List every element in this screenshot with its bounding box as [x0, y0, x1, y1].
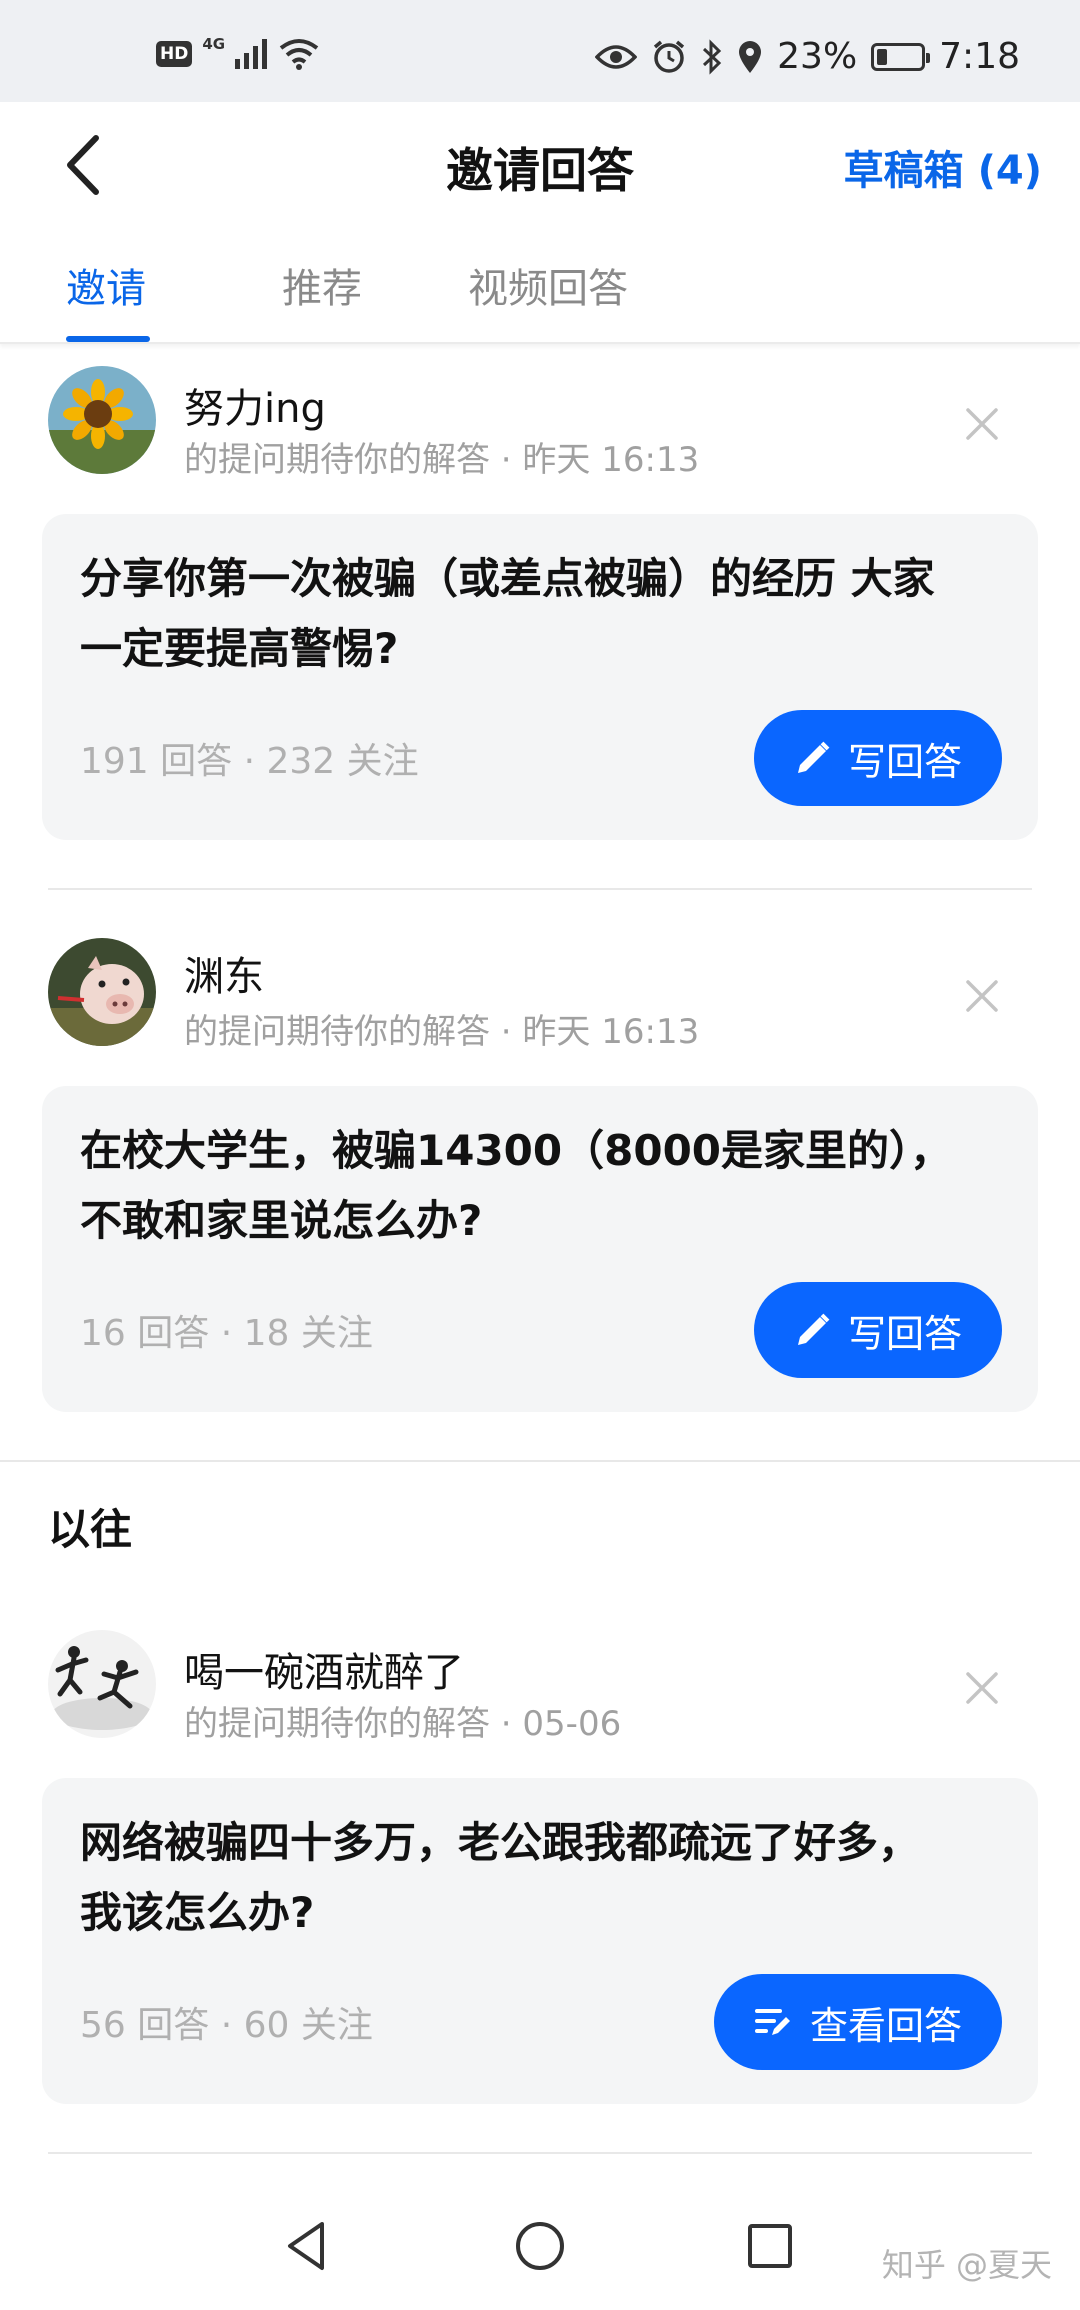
- author-name[interactable]: 渊东: [184, 944, 264, 1002]
- status-bar: HD 4G 23% 7:18: [0, 0, 1080, 102]
- pencil-icon: [797, 741, 830, 773]
- author-name[interactable]: 努力ing: [184, 376, 326, 434]
- list-edit-icon: [754, 2009, 790, 2035]
- close-icon[interactable]: [964, 406, 1000, 442]
- close-icon[interactable]: [964, 1670, 1000, 1706]
- battery-icon: [871, 42, 931, 71]
- location-icon: [739, 40, 762, 73]
- eye-icon: [595, 44, 638, 69]
- app-header: 邀请回答 草稿箱 (4): [0, 102, 1080, 232]
- question-title-line: 分享你第一次被骗（或差点被骗）的经历 大家: [80, 554, 935, 603]
- invite-meta: 的提问期待你的解答 · 昨天 16:13: [184, 440, 700, 480]
- question-title[interactable]: 分享你第一次被骗（或差点被骗）的经历 大家 一定要提高警惕?: [80, 544, 1000, 684]
- view-answer-label: 查看回答: [809, 2003, 962, 2048]
- nav-recents-icon[interactable]: [746, 2220, 794, 2272]
- write-answer-button[interactable]: 写回答: [753, 1282, 1002, 1378]
- tab-invite[interactable]: 邀请: [66, 256, 146, 314]
- tab-recommend[interactable]: 推荐: [282, 256, 362, 314]
- pig-avatar-image: [48, 938, 156, 1046]
- question-title-line: 网络被骗四十多万，老公跟我都疏远了好多，: [80, 1818, 921, 1867]
- hd-indicator: HD: [156, 41, 193, 67]
- status-left: HD 4G: [156, 35, 319, 70]
- write-answer-button[interactable]: 写回答: [753, 710, 1002, 806]
- avatar[interactable]: [48, 366, 156, 474]
- figures-avatar-image: [48, 1630, 156, 1738]
- divider: [48, 2152, 1032, 2154]
- author-name[interactable]: 喝一碗酒就醉了: [184, 1640, 464, 1698]
- avatar[interactable]: [48, 1630, 156, 1738]
- question-stats: 191 回答 · 232 关注: [80, 741, 419, 782]
- alarm-icon: [654, 40, 685, 73]
- close-icon[interactable]: [964, 978, 1000, 1014]
- question-title-line: 我该怎么办?: [80, 1888, 315, 1937]
- section-title-past: 以往: [48, 1505, 133, 1554]
- battery-fill: [877, 48, 888, 65]
- battery-percent: 23%: [777, 36, 858, 77]
- question-card[interactable]: 网络被骗四十多万，老公跟我都疏远了好多， 我该怎么办? 56 回答 · 60 关…: [42, 1778, 1038, 2104]
- invite-meta: 的提问期待你的解答 · 05-06: [184, 1704, 622, 1744]
- tab-active-indicator: [66, 336, 150, 342]
- nav-back-icon[interactable]: [284, 2220, 328, 2272]
- nav-home-icon[interactable]: [514, 2220, 566, 2272]
- question-title-line: 一定要提高警惕?: [80, 624, 399, 673]
- view-answer-button[interactable]: 查看回答: [713, 1974, 1002, 2070]
- pencil-icon: [797, 1313, 830, 1345]
- write-answer-label: 写回答: [847, 739, 962, 784]
- clock: 7:18: [939, 36, 1020, 77]
- question-stats: 56 回答 · 60 关注: [80, 2005, 373, 2046]
- avatar[interactable]: [48, 938, 156, 1046]
- drafts-button[interactable]: 草稿箱 (4): [844, 138, 1042, 196]
- question-title[interactable]: 网络被骗四十多万，老公跟我都疏远了好多， 我该怎么办?: [80, 1808, 1000, 1948]
- wifi-icon: [279, 39, 319, 70]
- question-card[interactable]: 在校大学生，被骗14300（8000是家里的）， 不敢和家里说怎么办? 16 回…: [42, 1086, 1038, 1412]
- question-title-line: 不敢和家里说怎么办?: [80, 1196, 483, 1245]
- invite-meta: 的提问期待你的解答 · 昨天 16:13: [184, 1012, 700, 1052]
- question-stats: 16 回答 · 18 关注: [80, 1313, 373, 1354]
- bluetooth-icon: [703, 38, 722, 75]
- divider: [48, 888, 1032, 890]
- tab-video-answer[interactable]: 视频回答: [468, 256, 628, 314]
- watermark: 知乎 @夏天: [881, 2246, 1052, 2284]
- network-indicator: 4G: [202, 35, 226, 53]
- sunflower-avatar-image: [48, 366, 156, 474]
- question-title-line: 在校大学生，被骗14300（8000是家里的），: [80, 1126, 953, 1175]
- status-right: 23% 7:18: [595, 36, 1020, 77]
- signal-icon: [235, 39, 268, 69]
- section-separator: [0, 1460, 1080, 1462]
- tab-bar: 邀请 推荐 视频回答: [0, 232, 1080, 344]
- question-title[interactable]: 在校大学生，被骗14300（8000是家里的）， 不敢和家里说怎么办?: [80, 1116, 1000, 1256]
- write-answer-label: 写回答: [847, 1311, 962, 1356]
- question-card[interactable]: 分享你第一次被骗（或差点被骗）的经历 大家 一定要提高警惕? 191 回答 · …: [42, 514, 1038, 840]
